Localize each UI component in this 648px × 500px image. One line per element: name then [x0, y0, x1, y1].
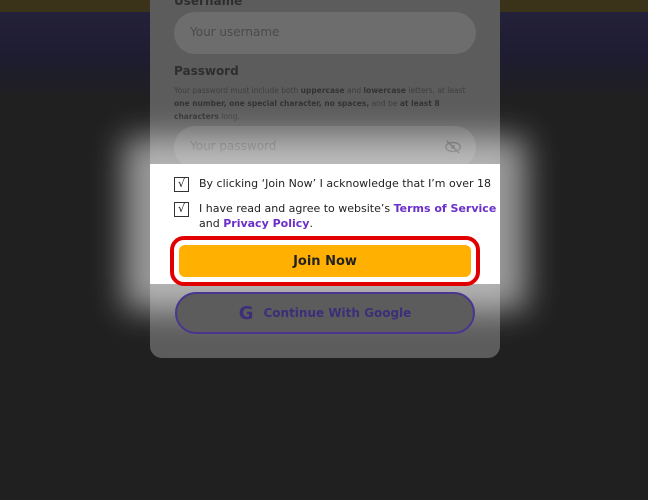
- terms-agreement-row[interactable]: √ I have read and agree to website’s Ter…: [174, 201, 496, 231]
- continue-with-google-button[interactable]: G Continue With Google: [175, 292, 475, 334]
- eye-slash-icon[interactable]: [444, 138, 462, 156]
- username-input[interactable]: Your username: [174, 12, 476, 54]
- google-button-label: Continue With Google: [263, 306, 412, 320]
- username-placeholder: Your username: [190, 25, 280, 39]
- join-button-highlight: Join Now: [170, 236, 480, 286]
- terms-agreement-text: I have read and agree to website’s Terms…: [199, 202, 497, 230]
- checkbox-checked-icon[interactable]: √: [174, 202, 189, 217]
- privacy-policy-link[interactable]: Privacy Policy: [223, 217, 309, 230]
- password-input[interactable]: Your password: [174, 126, 476, 168]
- age-confirmation-row[interactable]: √ By clicking ‘Join Now’ I acknowledge t…: [174, 176, 491, 192]
- checkbox-checked-icon[interactable]: √: [174, 177, 189, 192]
- username-label: Username: [174, 0, 243, 8]
- google-icon: G: [238, 302, 254, 324]
- age-confirmation-text: By clicking ‘Join Now’ I acknowledge tha…: [199, 177, 492, 190]
- password-label: Password: [174, 64, 239, 78]
- join-now-button[interactable]: Join Now: [179, 245, 471, 277]
- terms-of-service-link[interactable]: Terms of Service: [394, 202, 497, 215]
- password-placeholder: Your password: [190, 139, 277, 153]
- password-requirements: Your password must include both uppercas…: [174, 86, 466, 121]
